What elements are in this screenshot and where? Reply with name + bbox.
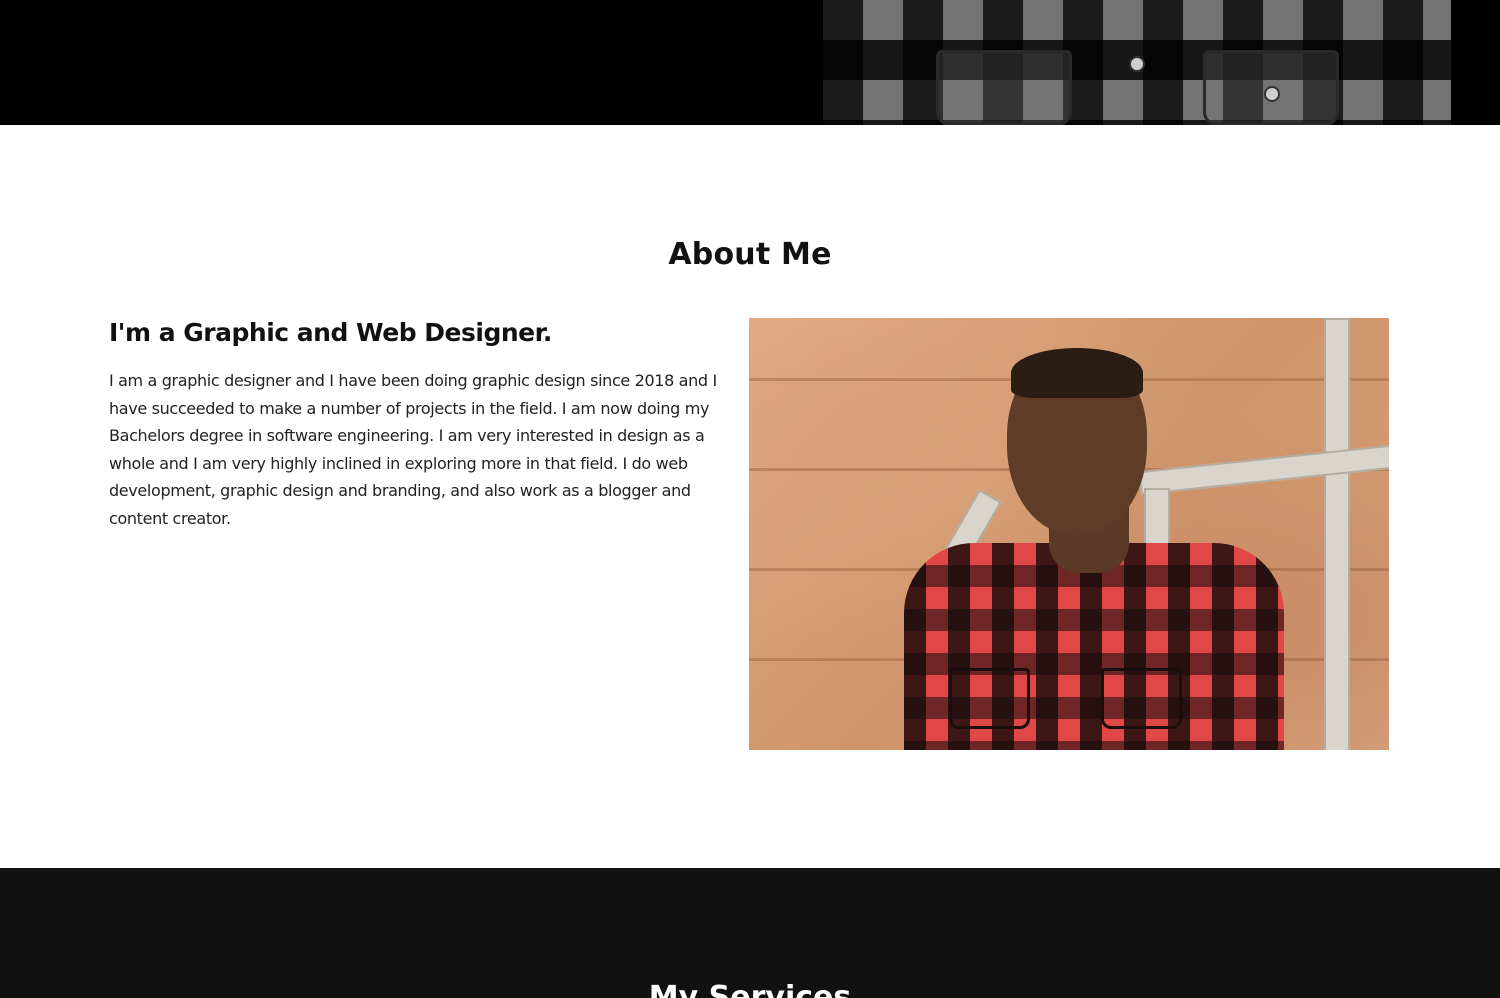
- about-subtitle: I'm a Graphic and Web Designer.: [109, 318, 552, 347]
- metal-pipe: [1324, 318, 1350, 750]
- hero-shirt-button: [1264, 86, 1280, 102]
- metal-pipe: [1138, 444, 1389, 496]
- about-description: I am a graphic designer and I have been …: [109, 371, 717, 528]
- about-title: About Me: [668, 237, 832, 272]
- about-section: About Me I'm a Graphic and Web Designer.…: [0, 125, 1500, 868]
- person-hair: [1011, 348, 1143, 398]
- hero-shirt-button: [1129, 56, 1145, 72]
- about-portrait-image: [749, 318, 1389, 750]
- shirt-pocket-left: [949, 668, 1030, 729]
- services-section: My Services: [0, 868, 1500, 998]
- hero-shirt-pocket-left: [936, 50, 1072, 125]
- services-title: My Services: [648, 980, 852, 998]
- hero-portrait-image: [823, 0, 1451, 125]
- hero-section: [0, 0, 1500, 125]
- shirt-pocket-right: [1101, 668, 1182, 729]
